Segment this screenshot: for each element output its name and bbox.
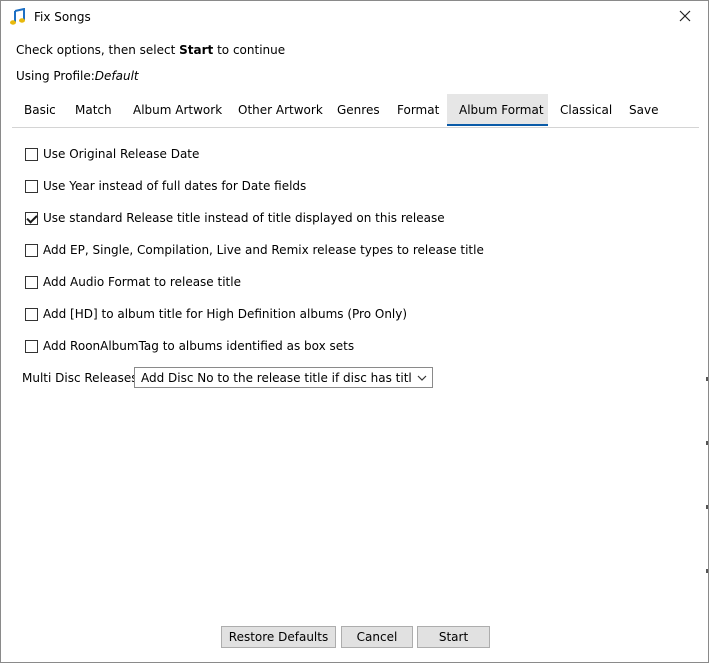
tab-album-artwork[interactable]: Album Artwork: [121, 94, 234, 126]
option-label: Add Audio Format to release title: [43, 275, 241, 289]
option-label: Add RoonAlbumTag to albums identified as…: [43, 339, 355, 353]
multi-disc-select[interactable]: Add Disc No to the release title if disc…: [134, 367, 433, 388]
chevron-down-icon: [412, 375, 432, 381]
window-title: Fix Songs: [34, 10, 91, 24]
option-original-release-date[interactable]: Use Original Release Date: [25, 146, 199, 162]
music-note-icon: [9, 7, 27, 26]
tab-basic[interactable]: Basic: [12, 94, 68, 126]
option-add-release-types[interactable]: Add EP, Single, Compilation, Live and Re…: [25, 242, 484, 258]
checkbox[interactable]: [25, 147, 38, 161]
option-roon-album-tag[interactable]: Add RoonAlbumTag to albums identified as…: [25, 338, 354, 354]
tab-format[interactable]: Format: [385, 94, 451, 126]
tab-classical[interactable]: Classical: [548, 94, 624, 126]
option-add-hd-tag[interactable]: Add [HD] to album title for High Definit…: [25, 306, 407, 322]
start-button[interactable]: Start: [417, 626, 490, 648]
close-button[interactable]: [662, 1, 708, 33]
instructions-text: Check options, then select Start to cont…: [16, 43, 286, 57]
option-label: Add [HD] to album title for High Definit…: [43, 307, 408, 321]
tab-match[interactable]: Match: [63, 94, 124, 126]
window-edge-mark: [706, 377, 708, 381]
window-edge-mark: [706, 441, 708, 445]
profile-line: Using Profile:Default: [16, 69, 139, 83]
fix-songs-dialog: Fix Songs Check options, then select Sta…: [0, 0, 709, 663]
checkbox[interactable]: [25, 275, 38, 289]
checkbox[interactable]: [25, 243, 38, 257]
cancel-button[interactable]: Cancel: [341, 626, 413, 648]
option-year-instead-of-dates[interactable]: Use Year instead of full dates for Date …: [25, 178, 306, 194]
option-label: Use standard Release title instead of ti…: [43, 211, 445, 225]
restore-defaults-button[interactable]: Restore Defaults: [221, 626, 336, 648]
option-label: Use Year instead of full dates for Date …: [43, 179, 307, 193]
tab-genres[interactable]: Genres: [325, 94, 392, 126]
multi-disc-value: Add Disc No to the release title if disc…: [141, 370, 412, 385]
tab-save[interactable]: Save: [617, 94, 670, 126]
option-standard-release-title[interactable]: Use standard Release title instead of ti…: [25, 210, 445, 226]
checkbox[interactable]: [25, 339, 38, 353]
profile-value: Default: [94, 69, 139, 83]
window-edge-mark: [706, 505, 708, 509]
profile-label: Using Profile:: [16, 69, 95, 83]
checkbox[interactable]: [25, 179, 38, 193]
option-label: Use Original Release Date: [43, 147, 200, 161]
tab-other-artwork[interactable]: Other Artwork: [226, 94, 335, 126]
start-keyword: Start: [179, 43, 214, 57]
option-add-audio-format[interactable]: Add Audio Format to release title: [25, 274, 241, 290]
title-bar: Fix Songs: [1, 1, 708, 33]
checkbox[interactable]: [25, 307, 38, 321]
tab-album-format[interactable]: Album Format: [447, 94, 548, 126]
tab-bar: Basic Match Album Artwork Other Artwork …: [12, 94, 699, 128]
close-icon: [679, 10, 691, 25]
window-edge-mark: [706, 569, 708, 573]
option-label: Add EP, Single, Compilation, Live and Re…: [43, 243, 484, 257]
checkbox-checked[interactable]: [25, 211, 38, 225]
multi-disc-label: Multi Disc Releases :: [22, 371, 146, 385]
